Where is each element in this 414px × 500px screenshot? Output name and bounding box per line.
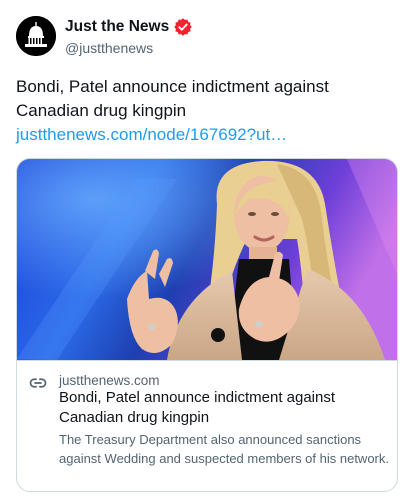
tweet-body: Bondi, Patel announce indictment against…	[16, 77, 329, 120]
card-description: The Treasury Department also announced s…	[59, 432, 389, 466]
verified-badge-icon	[174, 18, 192, 36]
display-name[interactable]: Just the News	[65, 18, 169, 36]
card-domain: justthenews.com	[59, 373, 160, 388]
name-row: Just the News	[65, 17, 193, 37]
capitol-dome-icon	[16, 16, 56, 56]
tweet-text: Bondi, Patel announce indictment against…	[16, 75, 401, 147]
card-photo	[17, 159, 397, 360]
link-card[interactable]: justthenews.com Bondi, Patel announce in…	[16, 158, 398, 492]
link-icon	[29, 378, 47, 388]
tweet-header: Just the News @justthenews	[16, 16, 398, 64]
card-image[interactable]	[17, 159, 397, 360]
card-title: Bondi, Patel announce indictment against…	[59, 389, 336, 426]
handle[interactable]: @justthenews	[65, 40, 153, 56]
tweet-link[interactable]: justthenews.com/node/167692?ut…	[16, 125, 287, 144]
avatar[interactable]	[16, 16, 56, 56]
card-body[interactable]: justthenews.com Bondi, Patel announce in…	[17, 360, 397, 491]
